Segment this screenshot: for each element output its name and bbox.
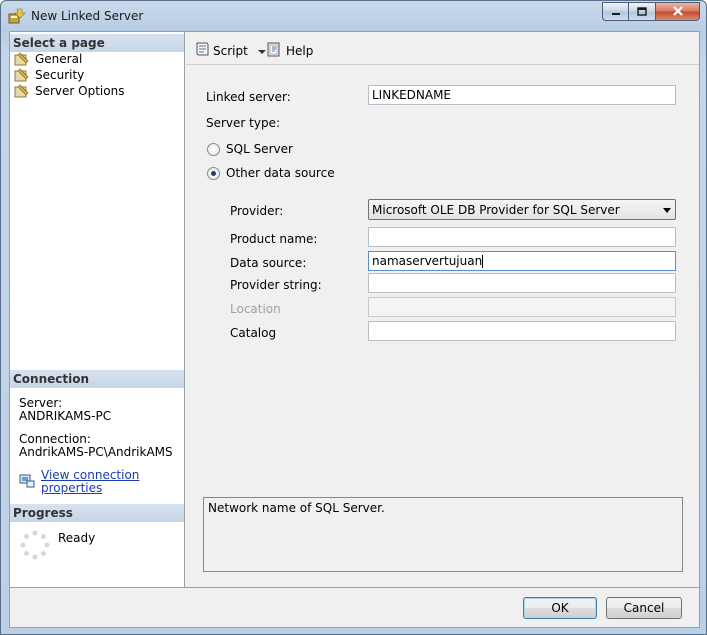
- script-icon: [194, 41, 210, 60]
- text-caret: [482, 255, 484, 268]
- page-icon: [14, 68, 30, 82]
- radio-other-data-source[interactable]: Other data source: [207, 166, 335, 180]
- sidebar-item-general[interactable]: General: [14, 51, 82, 67]
- maximize-button[interactable]: [629, 2, 656, 21]
- left-pane: Select a page General Security Server Op…: [10, 32, 185, 587]
- radio-circle-selected[interactable]: [207, 166, 220, 180]
- product-name-input[interactable]: [368, 227, 676, 247]
- toolbar: Script Help: [186, 32, 699, 66]
- description-panel: Network name of SQL Server.: [203, 497, 683, 572]
- provider-string-input[interactable]: [368, 273, 676, 293]
- product-name-label: Product name:: [230, 232, 318, 246]
- chevron-down-icon: [663, 208, 671, 213]
- help-label: Help: [286, 43, 314, 58]
- close-button[interactable]: [656, 2, 700, 21]
- script-button[interactable]: Script: [194, 41, 266, 60]
- window-title: New Linked Server: [31, 9, 144, 23]
- provider-label: Provider:: [230, 204, 284, 218]
- provider-string-label: Provider string:: [230, 278, 322, 292]
- progress-header: Progress: [10, 504, 184, 522]
- provider-select-value: Microsoft OLE DB Provider for SQL Server: [372, 203, 620, 217]
- sidebar-item-server-options[interactable]: Server Options: [14, 83, 124, 99]
- description-text: Network name of SQL Server.: [208, 501, 385, 515]
- data-source-label: Data source:: [230, 256, 307, 270]
- radio-circle[interactable]: [207, 142, 220, 156]
- sidebar-item-label: Server Options: [35, 84, 125, 98]
- location-input: [368, 297, 676, 317]
- page-icon: [14, 84, 30, 98]
- minimize-icon: [611, 5, 621, 19]
- linked-server-input[interactable]: LINKEDNAME: [368, 85, 676, 105]
- linked-server-icon: [8, 8, 26, 24]
- sidebar-item-label: General: [35, 52, 83, 66]
- help-button[interactable]: Help: [266, 41, 313, 60]
- server-value: ANDRIKAMS-PC: [19, 409, 112, 423]
- connection-properties-icon: [19, 474, 35, 491]
- sidebar-item-label: Security: [35, 68, 85, 82]
- view-connection-properties[interactable]: View connection properties: [19, 469, 184, 495]
- right-pane: Script Help Linked server: LINKEDNAME Se…: [186, 32, 699, 587]
- data-source-value: namaservertujuan: [372, 254, 483, 268]
- dialog-window: New Linked Server Select a page General …: [0, 0, 707, 635]
- ok-button[interactable]: OK: [523, 597, 597, 619]
- linked-server-label: Linked server:: [206, 90, 291, 104]
- help-icon: [266, 41, 282, 60]
- title-bar[interactable]: New Linked Server: [1, 1, 706, 31]
- radio-other-label: Other data source: [226, 166, 335, 180]
- progress-spinner-icon: [19, 529, 51, 564]
- connection-value: AndrikAMS-PC\AndrikAMS: [19, 445, 173, 459]
- select-page-header: Select a page: [10, 34, 184, 52]
- dialog-client: Select a page General Security Server Op…: [9, 31, 700, 628]
- catalog-input[interactable]: [368, 321, 676, 341]
- maximize-icon: [637, 5, 647, 19]
- sidebar-item-security[interactable]: Security: [14, 67, 84, 83]
- progress-status: Ready: [58, 531, 96, 545]
- page-icon: [14, 52, 30, 66]
- cancel-button[interactable]: Cancel: [606, 597, 682, 619]
- catalog-label: Catalog: [230, 326, 277, 340]
- connection-header: Connection: [10, 370, 184, 388]
- location-label: Location: [230, 302, 281, 316]
- minimize-button[interactable]: [602, 2, 629, 21]
- data-source-input[interactable]: namaservertujuan: [368, 251, 676, 271]
- radio-sql-server-label: SQL Server: [226, 142, 293, 156]
- server-type-label: Server type:: [206, 116, 281, 130]
- provider-select[interactable]: Microsoft OLE DB Provider for SQL Server: [368, 199, 676, 220]
- script-label: Script: [213, 43, 248, 58]
- close-icon: [672, 5, 684, 19]
- radio-sql-server[interactable]: SQL Server: [207, 142, 293, 156]
- chevron-down-icon[interactable]: [257, 44, 266, 58]
- view-connection-properties-link[interactable]: View connection properties: [41, 469, 184, 495]
- toolbar-divider: [186, 64, 699, 65]
- dialog-footer: OK Cancel: [10, 587, 699, 627]
